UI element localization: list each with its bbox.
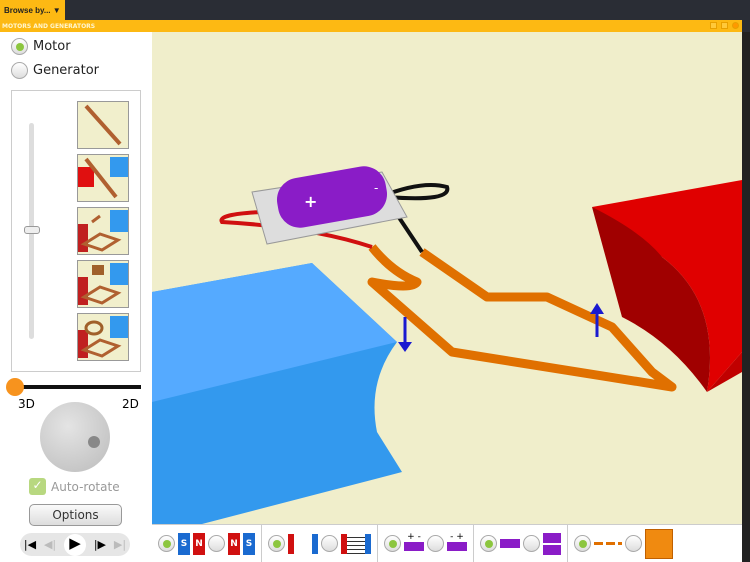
blue-magnet [152, 263, 402, 524]
minimize-icon[interactable] [710, 22, 717, 29]
field-lines-group [262, 525, 378, 562]
radio-two-batteries[interactable] [523, 535, 540, 552]
magnets-field-lines-icon [341, 533, 371, 554]
magnet-s: S [178, 532, 190, 555]
mode-motor[interactable]: Motor [11, 38, 71, 55]
mode-generator[interactable]: Generator [11, 62, 99, 79]
radio-polarity-sn[interactable] [158, 535, 175, 552]
play-button[interactable]: ▶ [63, 533, 86, 556]
magnet-n: N [228, 532, 240, 555]
close-icon[interactable] [732, 22, 739, 29]
browse-by-button[interactable]: Browse by... ▼ [0, 0, 65, 20]
top-bar [0, 0, 750, 20]
label-2d: 2D [122, 397, 139, 411]
radio-one-battery[interactable] [480, 535, 497, 552]
knob-indicator [88, 436, 100, 448]
magnet-s: S [243, 532, 255, 555]
radio-polarity-ns[interactable] [208, 535, 225, 552]
single-battery-icon [500, 539, 520, 548]
rotation-knob[interactable] [40, 402, 110, 472]
current-dash-icon [594, 542, 622, 545]
battery-direction-group: + - - + [378, 525, 474, 562]
simulation-canvas[interactable]: + - [152, 32, 742, 524]
checkbox-check-icon[interactable]: ✓ [29, 478, 46, 495]
dropdown-arrow-icon: ▼ [52, 5, 61, 15]
options-button[interactable]: Options [29, 504, 122, 526]
radio-generator[interactable] [11, 62, 28, 79]
step-forward-button[interactable]: |▶ [94, 538, 106, 551]
battery: + - [251, 166, 408, 245]
playback-controls: |◀ ◀| ▶ |▶ ▶| [20, 533, 130, 556]
view-slider-track[interactable] [14, 385, 141, 389]
window-title: MOTORS AND GENERATORS [0, 20, 742, 32]
autorotate-label: Auto-rotate [51, 479, 120, 494]
thumb-coil[interactable] [77, 260, 129, 308]
model-slider-handle[interactable] [24, 226, 40, 234]
last-frame-button[interactable]: ▶| [114, 538, 126, 551]
options-toolbar: S N N S + - - + [152, 524, 742, 562]
right-edge [742, 32, 750, 562]
battery-forward-icon: + - [404, 533, 424, 554]
thumb-wire-magnets[interactable] [77, 154, 129, 202]
autorotate-checkbox[interactable]: ✓ Auto-rotate [29, 478, 120, 495]
force-arrow-down-icon [398, 317, 412, 352]
radio-field-hidden[interactable] [268, 535, 285, 552]
step-back-button[interactable]: ◀| [44, 538, 56, 551]
battery-count-group [474, 525, 568, 562]
magnet-polarity-group: S N N S [152, 525, 262, 562]
radio-motor[interactable] [11, 38, 28, 55]
radio-field-shown[interactable] [321, 535, 338, 552]
double-battery-icon [543, 532, 561, 555]
radio-battery-forward[interactable] [384, 535, 401, 552]
current-view-group [568, 525, 679, 562]
label-3d: 3D [18, 397, 35, 411]
first-frame-button[interactable]: |◀ [24, 538, 36, 551]
current-grid-icon [645, 528, 673, 559]
model-selector [11, 90, 141, 372]
thumb-loop[interactable] [77, 207, 129, 255]
view-slider-handle[interactable] [6, 378, 24, 396]
magnets-no-field-icon [288, 533, 318, 554]
radio-current-grid[interactable] [625, 535, 642, 552]
radio-current-dashes[interactable] [574, 535, 591, 552]
browse-label: Browse by... [4, 5, 51, 15]
magnet-n: N [193, 532, 205, 555]
motor-label: Motor [33, 39, 71, 54]
battery-reverse-icon: - + [447, 533, 467, 554]
thumb-coil-loop[interactable] [77, 313, 129, 361]
red-magnet [592, 180, 742, 392]
thumb-wire[interactable] [77, 101, 129, 149]
radio-battery-reverse[interactable] [427, 535, 444, 552]
maximize-icon[interactable] [721, 22, 728, 29]
svg-text:-: - [374, 181, 378, 195]
generator-label: Generator [33, 63, 100, 78]
svg-text:+: + [304, 192, 317, 211]
